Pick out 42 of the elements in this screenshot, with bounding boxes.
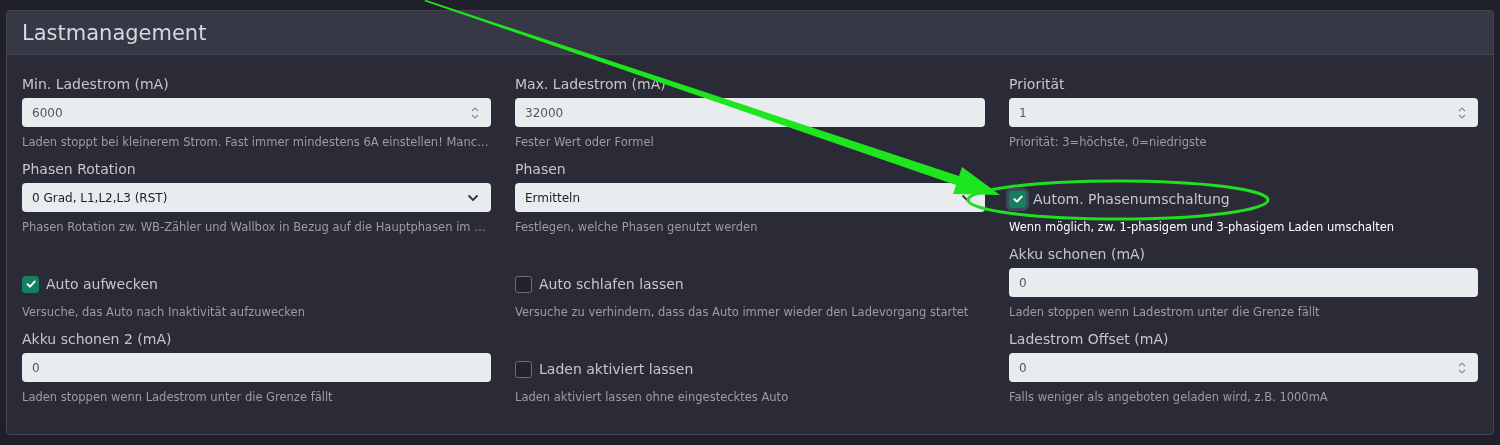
spinner-icon[interactable] [471,105,479,120]
check-icon [1011,193,1024,205]
checkbox-label[interactable]: Auto aufwecken [46,276,158,292]
checkbox[interactable] [1009,190,1026,208]
checkbox-label[interactable]: Auto schlafen lassen [539,276,684,292]
input-field[interactable]: 6000 [22,98,491,127]
help-text: Phasen Rotation zw. WB-Zähler und Wallbox in Bezug auf die Hauptphasen im … [22,219,487,235]
help-text: Falls weniger als angeboten geladen wird, z.B. 1000mA [1009,389,1329,405]
field-label: Min. Ladestrom (mA) [22,75,170,93]
field-label: Priorität [1009,75,1066,93]
checkbox[interactable] [515,275,532,293]
help-text: Laden stoppen wenn Ladestrom unter die Grenze fällt [1009,304,1321,320]
input-field[interactable]: 0 [1009,268,1478,297]
help-text: Fester Wert oder Formel [515,134,655,150]
checkbox[interactable] [515,360,532,378]
checkbox-label[interactable]: Laden aktiviert lassen [539,361,694,377]
field-label: Akku schonen 2 (mA) [22,330,173,348]
help-text: Laden stoppen wenn Ladestrom unter die Grenze fällt [22,389,334,405]
spinner-icon[interactable] [1458,360,1466,375]
card-title: Lastmanagement [22,20,207,45]
check-icon [24,278,37,290]
help-text: Versuche zu verhindern, dass das Auto immer wieder den Ladevorgang startet [515,304,970,320]
help-text: Priorität: 3=höchste, 0=niedrigste [1009,134,1208,150]
help-text: Wenn möglich, zw. 1-phasigem und 3-phasigem Laden umschalten [1009,219,1396,235]
field-label: Akku schonen (mA) [1009,245,1147,263]
help-text: Versuche, das Auto nach Inaktivität aufzuwecken [22,304,306,320]
spinner-icon[interactable] [1458,105,1466,120]
input-field[interactable]: 32000 [515,98,985,127]
select-field[interactable]: 0 Grad, L1,L2,L3 (RST) [22,183,491,212]
input-field[interactable]: 0 [1009,353,1478,382]
field-label: Ladestrom Offset (mA) [1009,330,1170,348]
help-text: Laden stoppt bei kleinerem Strom. Fast immer mindestens 6A einstellen! Manc… [22,134,490,150]
field-label: Phasen Rotation [22,160,137,178]
checkbox-label[interactable]: Autom. Phasenumschaltung [1033,191,1230,207]
select-field[interactable]: Ermitteln [515,183,985,212]
field-label: Phasen [515,160,567,178]
help-text: Laden aktiviert lassen ohne eingestecktes Auto [515,389,790,405]
input-field[interactable]: 1 [1009,98,1478,127]
help-text: Festlegen, welche Phasen genutzt werden [515,219,759,235]
chevron-down-icon[interactable] [467,193,479,202]
input-field[interactable]: 0 [22,353,491,382]
checkbox[interactable] [22,275,39,293]
